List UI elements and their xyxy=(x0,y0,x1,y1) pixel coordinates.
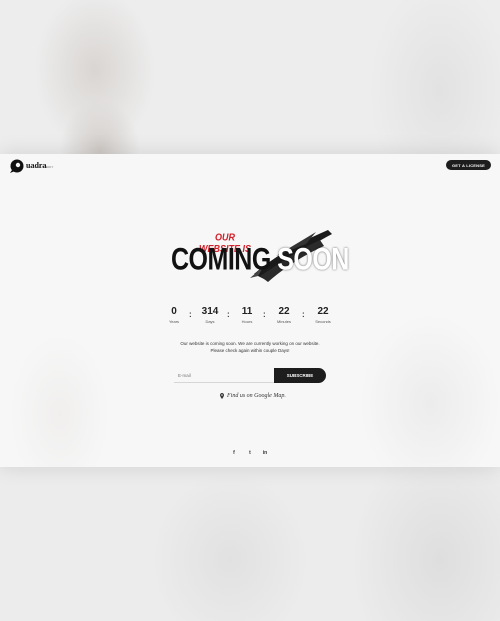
subscribe-form: SUBSCRIBE xyxy=(174,368,326,383)
google-map-link[interactable]: Find us on Google Map. xyxy=(220,392,286,400)
countdown-hours-value: 11 xyxy=(241,306,253,317)
countdown-days-label: Days xyxy=(205,319,215,324)
description: Our website is coming soon. We are curre… xyxy=(150,341,350,354)
description-line-2: Please check again within couple Days! xyxy=(210,347,290,353)
hero-title: OUR WEBSITE IS COMING SOON xyxy=(170,226,349,282)
logo-q-icon xyxy=(10,159,24,173)
facebook-icon[interactable]: f xyxy=(230,450,238,456)
countdown-minutes-value: 22 xyxy=(278,306,290,317)
map-pin-icon xyxy=(220,393,224,399)
coming-soon-card: uadra CREATIVE AGENCY GET A LICENSE OUR … xyxy=(0,154,500,467)
countdown-years: 0 Years xyxy=(159,306,189,324)
countdown-hours: 11 Hours xyxy=(232,306,262,324)
countdown-separator: : xyxy=(263,310,266,319)
hero-heading-light: SOON xyxy=(277,242,349,277)
linkedin-icon[interactable]: in xyxy=(261,450,269,456)
subscribe-button[interactable]: SUBSCRIBE xyxy=(274,368,326,383)
countdown-minutes: 22 Minutes xyxy=(269,306,299,324)
get-license-button[interactable]: GET A LICENSE xyxy=(446,160,491,170)
countdown: 0 Years : 314 Days : 11 Hours : 22 Minut… xyxy=(162,306,338,326)
countdown-seconds-value: 22 xyxy=(317,306,329,317)
countdown-minutes-label: Minutes xyxy=(276,319,291,324)
email-input[interactable] xyxy=(174,368,278,383)
countdown-separator: : xyxy=(189,310,192,319)
countdown-separator: : xyxy=(227,310,230,319)
logo-subtext: CREATIVE AGENCY xyxy=(27,166,54,169)
countdown-seconds-label: Seconds xyxy=(315,319,331,324)
countdown-seconds: 22 Seconds xyxy=(308,306,338,324)
hero-heading: COMING SOON xyxy=(171,242,349,278)
countdown-separator: : xyxy=(302,310,305,319)
countdown-days-value: 314 xyxy=(201,306,219,317)
map-link-text: Find us on Google Map. xyxy=(227,393,286,399)
hero-heading-dark: COMING xyxy=(171,242,278,277)
countdown-hours-label: Hours xyxy=(241,319,253,324)
countdown-days: 314 Days xyxy=(195,306,225,324)
countdown-years-value: 0 xyxy=(171,306,177,317)
twitter-icon[interactable]: t xyxy=(246,450,254,456)
countdown-years-label: Years xyxy=(168,319,180,324)
